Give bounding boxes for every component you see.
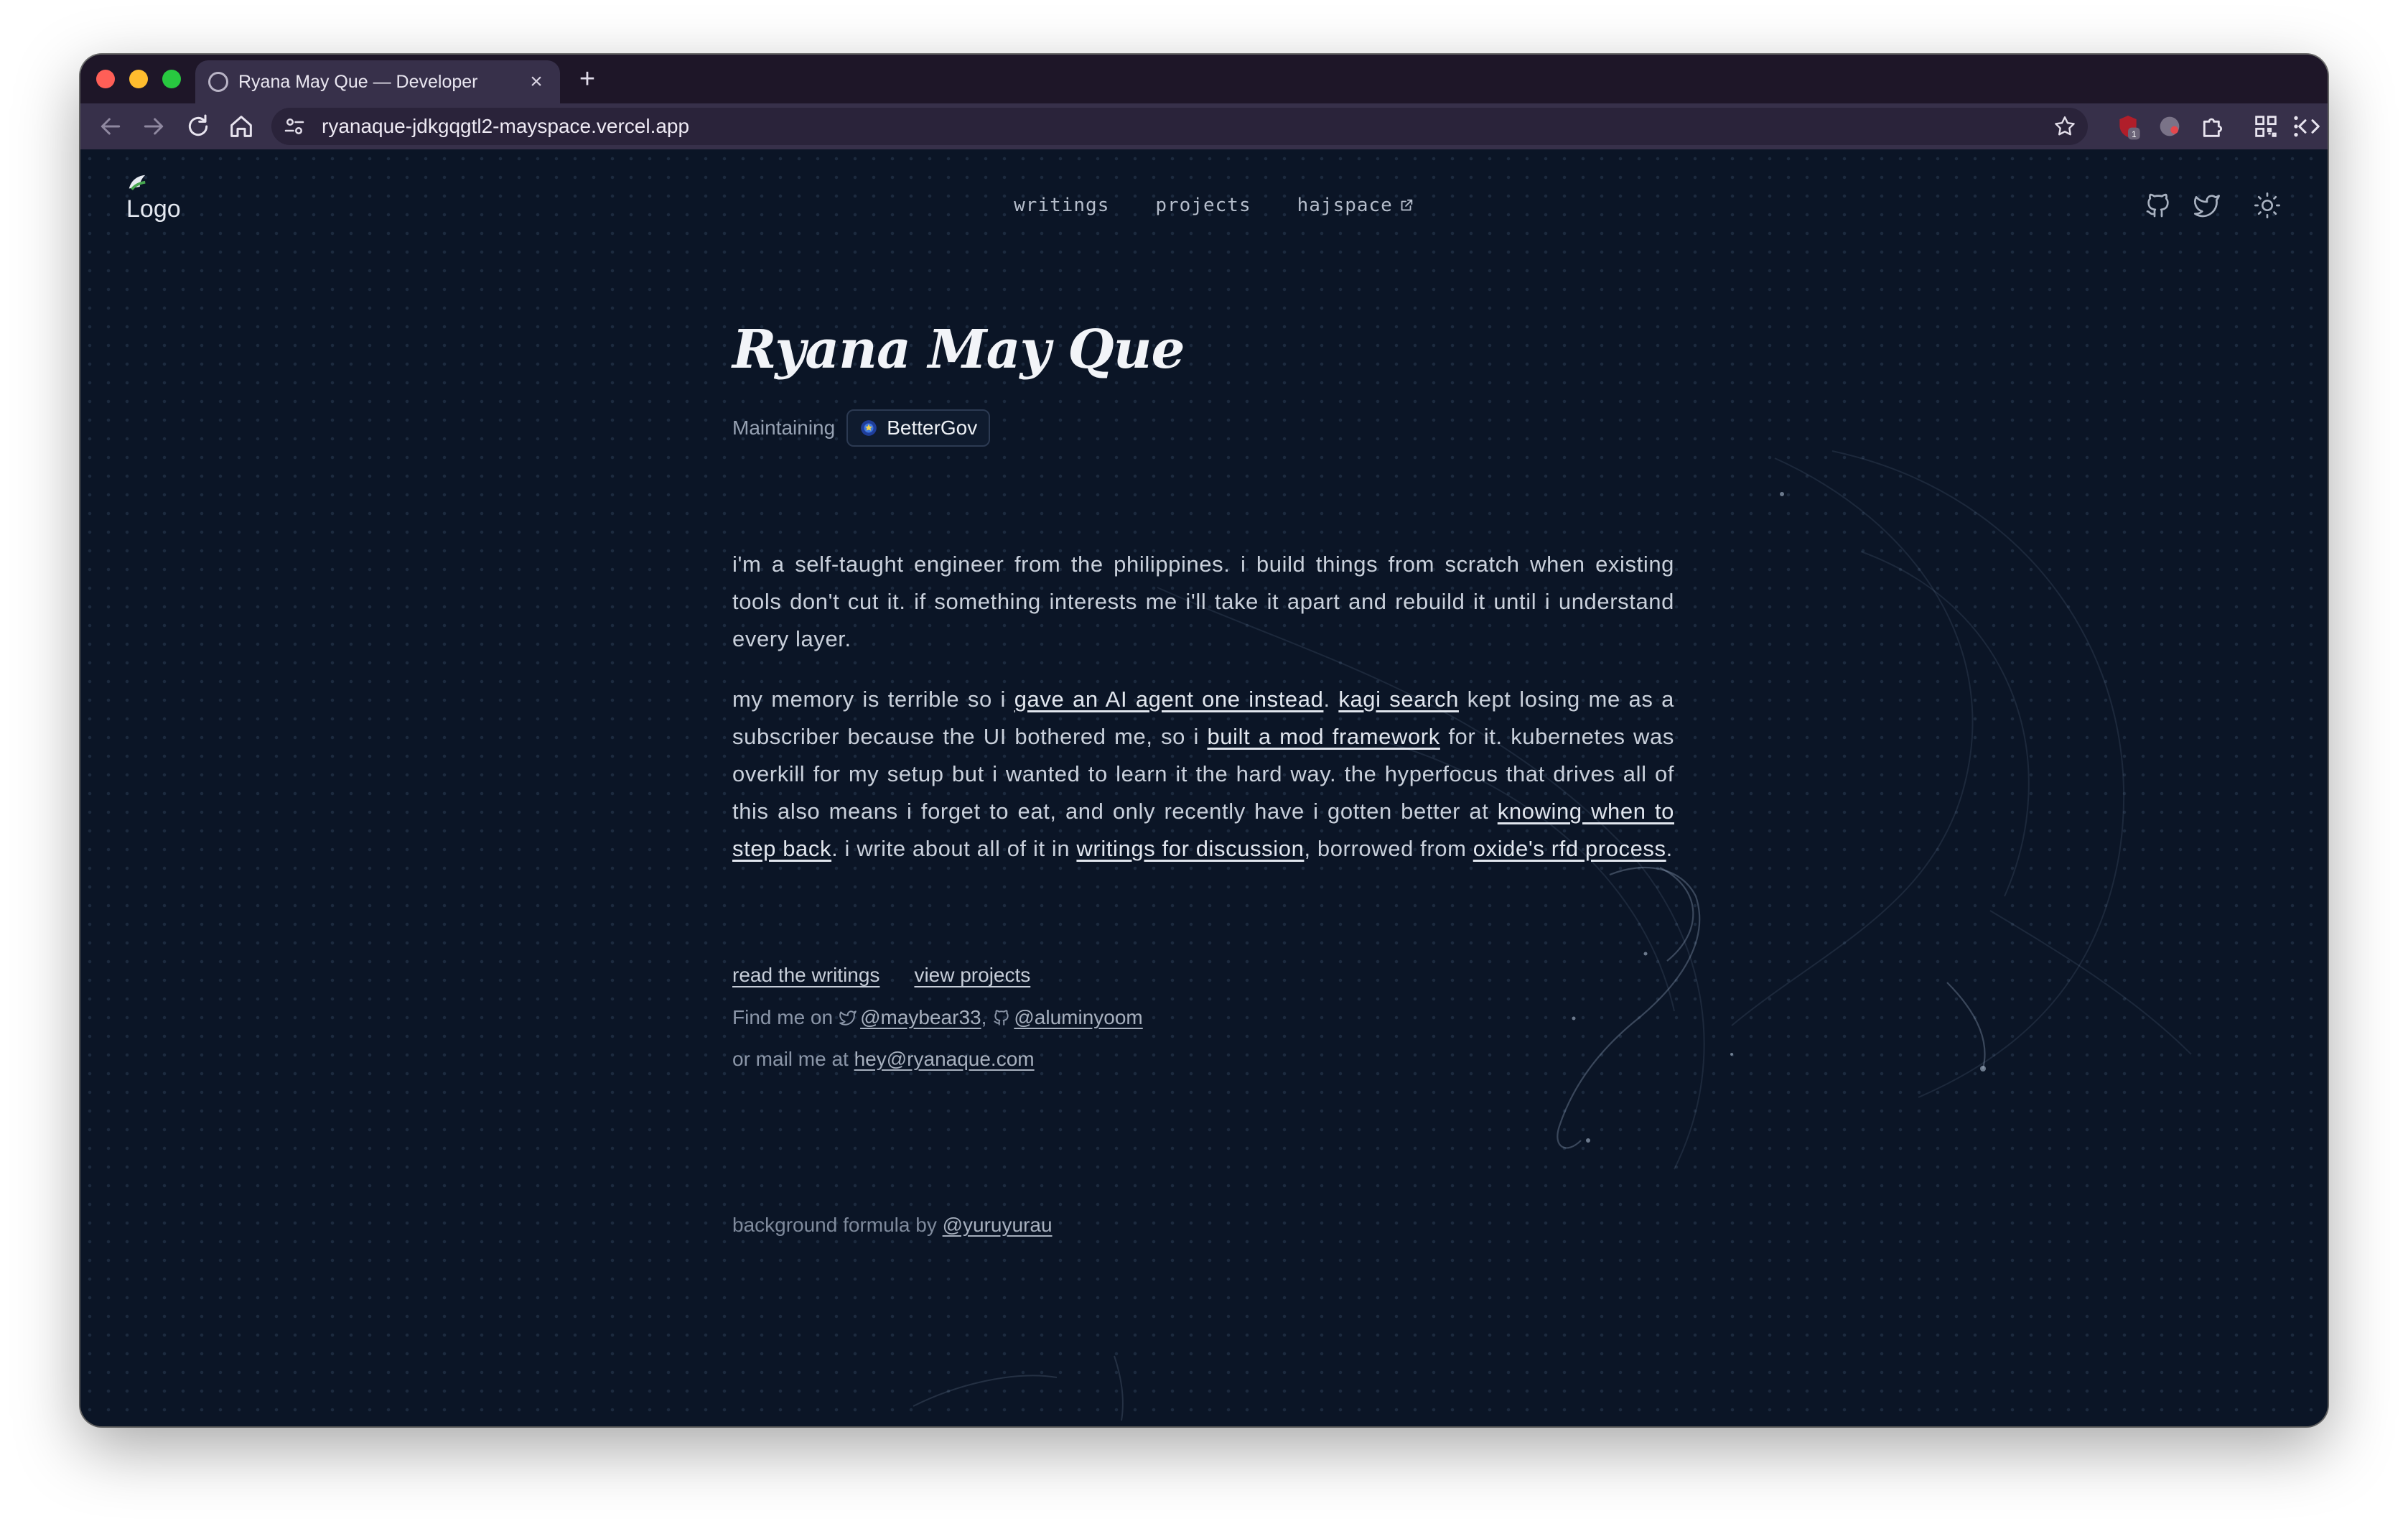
nav-hajspace[interactable]: hajspace [1297,191,1414,220]
twitter-link[interactable] [2193,191,2221,220]
web-page: Logo writings projects hajspace Ryana Ma… [80,149,2328,1426]
bio-text: , borrowed from [1304,836,1473,861]
browser-window: Ryana May Que — Developer × + ryanaque-j… [80,55,2328,1426]
tab-strip: Ryana May Que — Developer × + [80,55,2328,103]
theme-sun-icon [2254,192,2280,218]
github-icon [2146,193,2169,218]
arrow-right-icon [144,118,164,135]
home-button[interactable] [227,112,256,141]
address-bar[interactable]: ryanaque-jdkgqgtl2-mayspace.vercel.app [271,108,2088,145]
separator: , [981,1006,987,1028]
browser-menu-button[interactable] [2282,112,2310,141]
forward-button[interactable] [139,112,168,141]
minimize-window-button[interactable] [129,70,148,88]
bettergov-label: BetterGov [887,417,978,439]
bookmark-star-icon[interactable] [2052,113,2078,139]
bio-text: my memory is terrible so i [732,687,1014,712]
back-button[interactable] [96,112,125,141]
twitter-icon [839,1010,857,1026]
site-settings-icon[interactable] [281,113,307,139]
qr-code-icon[interactable] [2251,112,2280,141]
link-mod-framework[interactable]: built a mod framework [1207,724,1439,749]
theme-toggle-button[interactable] [2253,191,2282,220]
credit-handle-link[interactable]: @yuruyurau [943,1214,1053,1236]
close-window-button[interactable] [96,70,115,88]
avatar-extension-icon[interactable] [2155,112,2184,141]
twitter-handle-link[interactable]: @maybear33 [860,1006,981,1029]
social-row: Find me on @maybear33 , @aluminyoom [732,1003,1143,1033]
view-projects-link[interactable]: view projects [914,964,1030,987]
home-icon [230,116,252,137]
footer-credit: background formula by @yuruyurau [732,1214,1053,1237]
cta-row: read the writings view projects [732,964,1030,987]
find-me-label: Find me on [732,1006,834,1028]
mail-row: or mail me at hey@ryanaque.com [732,1044,1035,1074]
bio-text: . [1666,836,1673,861]
maintaining-row: Maintaining BetterGov [732,409,991,447]
github-handle-link[interactable]: @aluminyoom [1014,1006,1142,1029]
link-oxide-rfd[interactable]: oxide's rfd process [1473,836,1666,861]
read-writings-link[interactable]: read the writings [732,964,879,987]
link-writings-for-discussion[interactable]: writings for discussion [1076,836,1304,861]
new-tab-button[interactable]: + [573,65,602,93]
puzzle-icon[interactable] [2198,112,2227,141]
bettergov-badge[interactable]: BetterGov [846,409,991,447]
bio-text: . [1323,687,1339,712]
url-text[interactable]: ryanaque-jdkgqgtl2-mayspace.vercel.app [322,108,689,145]
nav-writings[interactable]: writings [1014,191,1109,220]
arrow-left-icon [101,118,121,135]
page-title: Ryana May Que [732,319,1185,381]
bio-paragraph-2: my memory is terrible so i gave an AI ag… [732,681,1674,868]
external-link-icon [1401,199,1413,211]
tab-title: Ryana May Que — Developer [238,71,478,92]
mail-label: or mail me at [732,1048,849,1070]
reload-button[interactable] [184,112,213,141]
credit-label: background formula by [732,1214,937,1236]
top-navigation: writings projects hajspace [80,191,2328,220]
twitter-icon [2194,195,2220,218]
nav-hajspace-label: hajspace [1297,195,1393,216]
kebab-menu-icon [2294,116,2298,137]
bio-text: . i write about all of it in [831,836,1077,861]
github-icon [994,1010,1009,1026]
extension-badge: 1 [2132,130,2136,139]
bio-paragraph-1: i'm a self-taught engineer from the phil… [732,552,1674,651]
email-link[interactable]: hey@ryanaque.com [854,1048,1035,1071]
maximize-window-button[interactable] [162,70,181,88]
maintaining-label: Maintaining [732,417,836,439]
bettergov-logo-icon [861,420,877,436]
ublock-icon[interactable]: 1 [2114,112,2142,141]
browser-tab[interactable]: Ryana May Que — Developer × [195,60,560,103]
link-ai-agent[interactable]: gave an AI agent one instead [1014,687,1324,712]
tab-close-icon[interactable]: × [526,70,547,94]
link-kagi-search[interactable]: kagi search [1338,687,1459,712]
reload-icon [188,114,208,136]
nav-projects[interactable]: projects [1155,191,1251,220]
globe-icon [208,72,228,92]
browser-toolbar: ryanaque-jdkgqgtl2-mayspace.vercel.app 1 [80,103,2328,149]
github-link[interactable] [2144,191,2173,220]
